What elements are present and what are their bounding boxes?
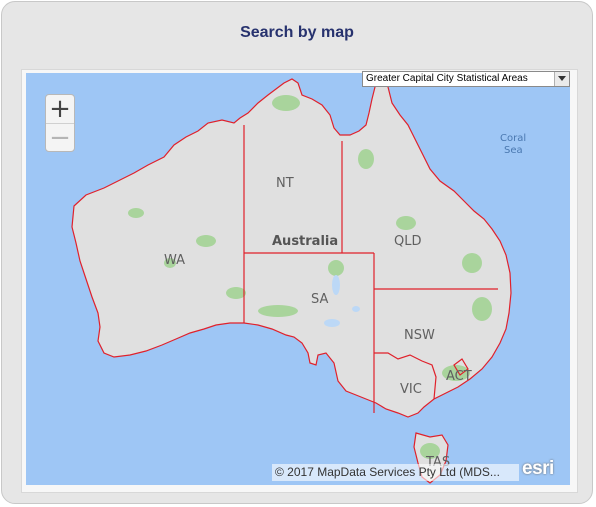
zoom-control: + − bbox=[45, 94, 75, 152]
panel-title: Search by map bbox=[240, 24, 354, 41]
region-select-value: Greater Capital City Statistical Areas bbox=[366, 73, 528, 84]
label-qld: QLD bbox=[394, 234, 422, 249]
label-country: Australia bbox=[272, 234, 338, 249]
map-view[interactable]: WA NT SA QLD NSW VIC ACT TAS Australia C… bbox=[26, 73, 570, 485]
esri-logo: esri bbox=[522, 458, 554, 479]
australia-map[interactable]: WA NT SA QLD NSW VIC ACT TAS Australia C… bbox=[26, 73, 570, 485]
chevron-down-icon[interactable] bbox=[554, 72, 569, 86]
zoom-out-button[interactable]: − bbox=[46, 124, 74, 152]
label-wa: WA bbox=[164, 253, 185, 268]
label-vic: VIC bbox=[400, 382, 422, 397]
label-nsw: NSW bbox=[404, 328, 435, 343]
label-sa: SA bbox=[311, 292, 328, 307]
label-nt: NT bbox=[276, 176, 294, 191]
region-type-select[interactable]: Greater Capital City Statistical Areas bbox=[362, 71, 570, 87]
label-act: ACT bbox=[446, 369, 472, 384]
map-attribution: © 2017 MapData Services Pty Ltd (MDS... bbox=[272, 464, 519, 481]
label-sea-1: Coral bbox=[500, 133, 526, 144]
label-sea-2: Sea bbox=[504, 145, 523, 156]
zoom-in-button[interactable]: + bbox=[46, 95, 74, 124]
